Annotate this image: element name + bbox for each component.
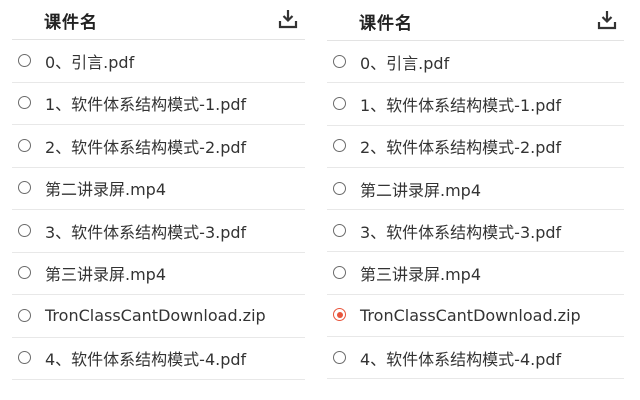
radio-button[interactable] xyxy=(333,223,346,237)
radio-button[interactable] xyxy=(333,266,346,280)
file-list: 0、引言.pdf 1、软件体系结构模式-1.pdf 2、软件体系结构模式-2.p… xyxy=(12,40,305,380)
file-name: TronClassCantDownload.zip xyxy=(360,305,581,325)
file-row[interactable]: TronClassCantDownload.zip xyxy=(12,295,305,338)
file-row[interactable]: 2、软件体系结构模式-2.pdf xyxy=(327,126,624,168)
panel-header: 课件名 xyxy=(327,1,624,41)
file-name: 1、软件体系结构模式-1.pdf xyxy=(45,95,247,115)
file-row[interactable]: 2、软件体系结构模式-2.pdf xyxy=(12,125,305,168)
radio-button[interactable] xyxy=(18,308,31,322)
panel-header: 课件名 xyxy=(12,0,305,40)
radio-button[interactable] xyxy=(333,139,346,153)
file-row[interactable]: 4、软件体系结构模式-4.pdf xyxy=(327,337,624,380)
column-title: 课件名 xyxy=(359,14,413,34)
radio-button[interactable] xyxy=(18,181,31,195)
download-icon[interactable] xyxy=(277,8,299,30)
file-name: 1、软件体系结构模式-1.pdf xyxy=(360,95,562,115)
file-row[interactable]: 第三讲录屏.mp4 xyxy=(12,253,305,295)
radio-button-selected[interactable] xyxy=(333,308,346,322)
download-icon[interactable] xyxy=(596,9,618,31)
file-name: 3、软件体系结构模式-3.pdf xyxy=(360,222,562,242)
radio-button[interactable] xyxy=(333,181,346,195)
radio-button[interactable] xyxy=(18,138,31,152)
file-name: 第二讲录屏.mp4 xyxy=(45,180,167,200)
file-row[interactable]: TronClassCantDownload.zip xyxy=(327,295,624,338)
file-row[interactable]: 1、软件体系结构模式-1.pdf xyxy=(327,83,624,126)
file-row[interactable]: 第二讲录屏.mp4 xyxy=(12,168,305,210)
file-name: 第二讲录屏.mp4 xyxy=(360,180,482,200)
radio-button[interactable] xyxy=(18,223,31,237)
column-title: 课件名 xyxy=(44,13,98,33)
file-row[interactable]: 3、软件体系结构模式-3.pdf xyxy=(12,210,305,253)
file-name: 2、软件体系结构模式-2.pdf xyxy=(45,137,247,157)
file-row[interactable]: 第二讲录屏.mp4 xyxy=(327,168,624,211)
file-name: 第三讲录屏.mp4 xyxy=(360,265,482,285)
file-row[interactable]: 第三讲录屏.mp4 xyxy=(327,252,624,295)
file-name: 0、引言.pdf xyxy=(45,52,135,72)
file-row[interactable]: 0、引言.pdf xyxy=(12,40,305,83)
radio-button[interactable] xyxy=(333,54,346,68)
file-name: TronClassCantDownload.zip xyxy=(45,306,266,326)
file-row[interactable]: 0、引言.pdf xyxy=(327,41,624,84)
file-row[interactable]: 4、软件体系结构模式-4.pdf xyxy=(12,338,305,380)
radio-button[interactable] xyxy=(18,266,31,280)
course-file-panel-left: 课件名 0、引言.pdf 1、软件体系结构模式-1.pdf 2、软件体系结构模式… xyxy=(12,0,305,380)
radio-button[interactable] xyxy=(333,350,346,364)
radio-button[interactable] xyxy=(18,351,31,365)
file-name: 0、引言.pdf xyxy=(360,53,450,73)
radio-button[interactable] xyxy=(18,53,31,67)
radio-button[interactable] xyxy=(333,96,346,110)
file-row[interactable]: 1、软件体系结构模式-1.pdf xyxy=(12,83,305,125)
file-name: 4、软件体系结构模式-4.pdf xyxy=(360,349,562,369)
file-name: 3、软件体系结构模式-3.pdf xyxy=(45,222,247,242)
course-file-panel-right: 课件名 0、引言.pdf 1、软件体系结构模式-1.pdf 2、软件体系结构模式… xyxy=(327,1,624,380)
file-name: 第三讲录屏.mp4 xyxy=(45,265,167,285)
file-row[interactable]: 3、软件体系结构模式-3.pdf xyxy=(327,210,624,253)
file-name: 4、软件体系结构模式-4.pdf xyxy=(45,350,247,370)
radio-button[interactable] xyxy=(18,96,31,110)
file-name: 2、软件体系结构模式-2.pdf xyxy=(360,138,562,158)
file-list: 0、引言.pdf 1、软件体系结构模式-1.pdf 2、软件体系结构模式-2.p… xyxy=(327,41,624,380)
